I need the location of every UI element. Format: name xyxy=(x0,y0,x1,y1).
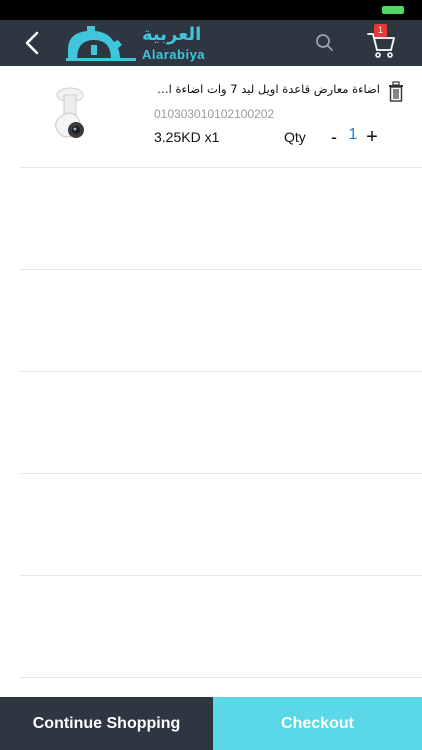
back-button[interactable] xyxy=(16,26,50,60)
top-navbar: العربية Alarabiya 1 xyxy=(0,20,422,66)
empty-row xyxy=(20,372,422,474)
empty-row xyxy=(20,576,422,678)
gear-logo-icon xyxy=(66,26,136,61)
logo-arabic-text: العربية xyxy=(142,24,202,45)
cart-button[interactable]: 1 xyxy=(364,24,398,60)
delete-item-button[interactable] xyxy=(386,80,406,102)
logo-english-text: Alarabiya xyxy=(142,47,206,62)
product-name[interactable]: اضاءة معارض قاعدة اويل ليد 7 وات اضاءة ا… xyxy=(154,82,380,96)
bottom-action-bar: Continue Shopping Checkout xyxy=(0,697,422,750)
product-image[interactable] xyxy=(46,84,94,148)
cart-item-row: اضاءة معارض قاعدة اويل ليد 7 وات اضاءة ا… xyxy=(20,66,422,168)
brand-logo: العربية Alarabiya xyxy=(64,23,214,63)
checkout-button[interactable]: Checkout xyxy=(213,697,422,750)
spotlight-product-image xyxy=(55,87,84,138)
empty-row xyxy=(20,168,422,270)
cart-count-badge: 1 xyxy=(374,24,387,37)
search-icon xyxy=(316,34,333,51)
qty-increase-button[interactable]: + xyxy=(362,124,382,150)
empty-row xyxy=(20,270,422,372)
qty-value: 1 xyxy=(348,126,358,143)
battery-icon xyxy=(382,6,404,14)
qty-decrease-button[interactable]: - xyxy=(326,124,342,150)
chevron-left-icon xyxy=(25,31,39,55)
qty-label: Qty xyxy=(284,129,306,145)
empty-row xyxy=(20,474,422,576)
status-bar xyxy=(0,0,422,20)
cart-list: اضاءة معارض قاعدة اويل ليد 7 وات اضاءة ا… xyxy=(0,66,422,696)
trash-icon xyxy=(389,81,403,102)
product-price: 3.25KD x1 xyxy=(154,129,220,145)
search-button[interactable] xyxy=(314,32,336,54)
continue-shopping-button[interactable]: Continue Shopping xyxy=(0,697,213,750)
product-sku: 010303010102100202 xyxy=(154,107,275,121)
